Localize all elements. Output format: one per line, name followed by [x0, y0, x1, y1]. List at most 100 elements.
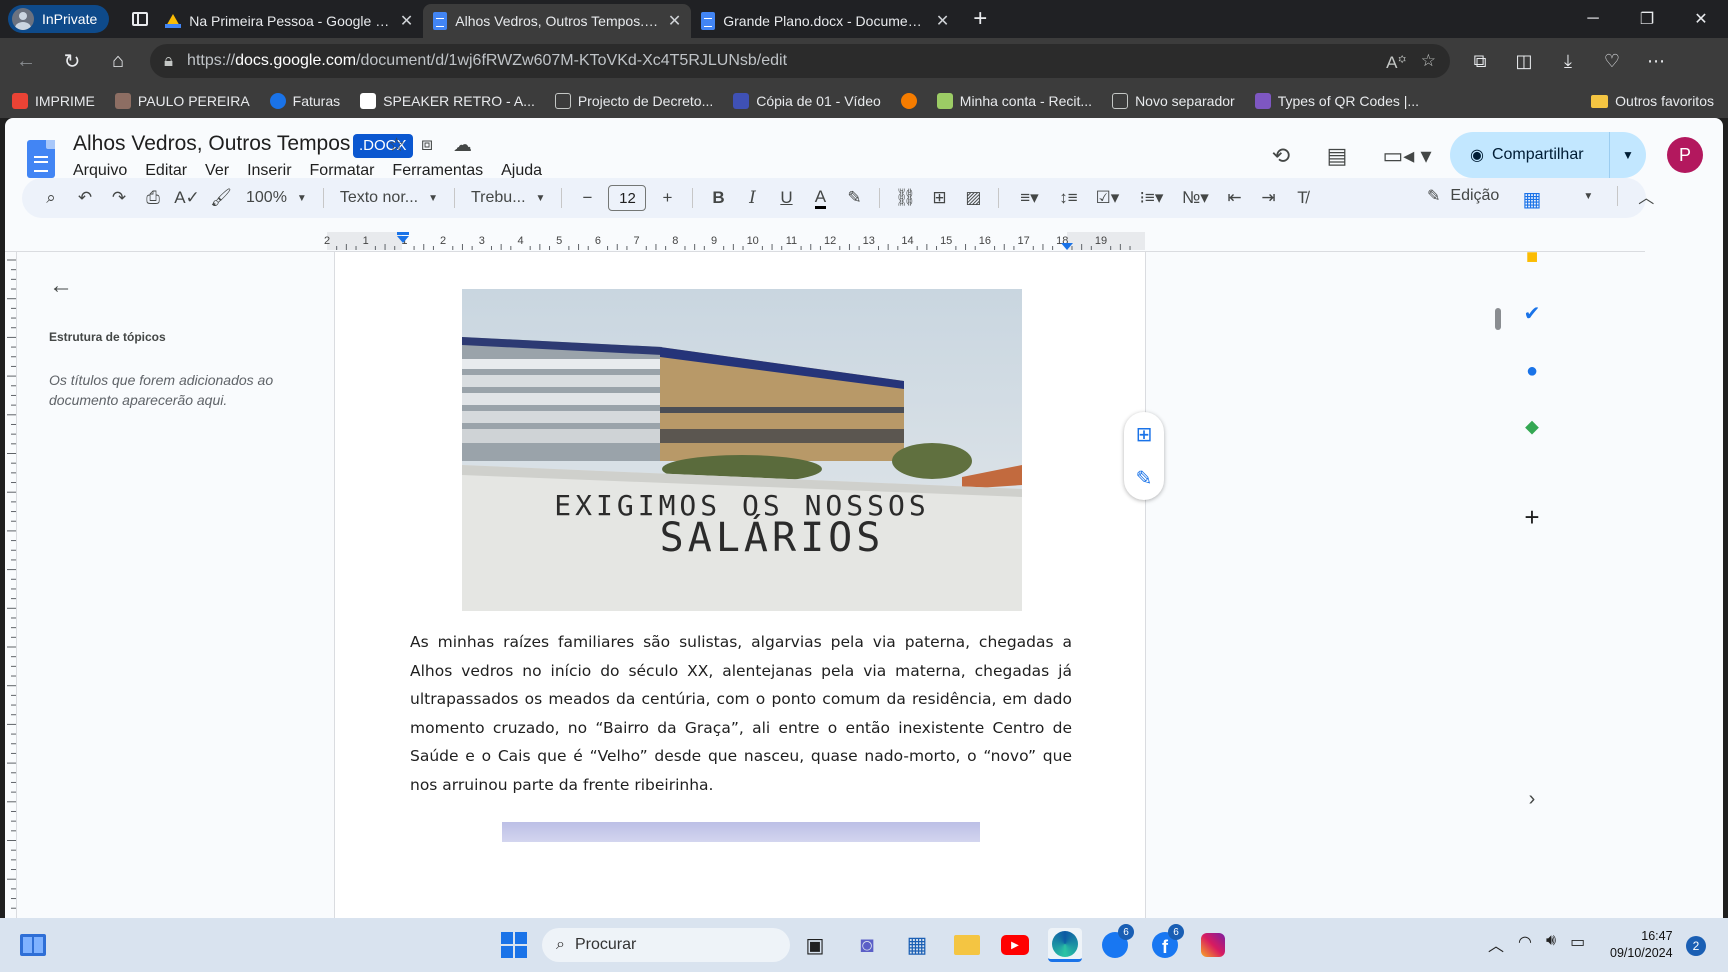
- address-bar[interactable]: 🔒︎ https://docs.google.com/document/d/1w…: [150, 44, 1450, 78]
- collapse-menu-icon[interactable]: ︿: [1638, 184, 1654, 208]
- increase-font-size-icon[interactable]: +: [650, 184, 684, 212]
- bookmark-copia-video[interactable]: Cópia de 01 - Vídeo: [733, 93, 881, 109]
- increase-indent-icon[interactable]: ⇥: [1251, 184, 1285, 212]
- bookmark-paulo-pereira[interactable]: PAULO PEREIRA: [114, 93, 250, 109]
- messenger-icon[interactable]: 6: [1098, 924, 1134, 962]
- align-icon[interactable]: ≡▾: [1007, 184, 1051, 212]
- highlight-icon[interactable]: ✎: [837, 184, 871, 212]
- clock[interactable]: 16:47 09/10/2024: [1610, 928, 1673, 962]
- task-view-icon[interactable]: ▣: [798, 928, 832, 962]
- bold-icon[interactable]: B: [701, 184, 735, 212]
- workspaces-icon[interactable]: [125, 5, 155, 33]
- bookmark-faturas[interactable]: Faturas: [269, 93, 340, 109]
- style-select[interactable]: Texto nor... ▼: [332, 184, 446, 212]
- edge-icon[interactable]: [1048, 928, 1082, 962]
- star-icon[interactable]: ☆: [388, 134, 405, 157]
- zoom-select[interactable]: 100% ▼: [238, 184, 315, 212]
- file-explorer-icon[interactable]: [950, 928, 984, 962]
- settings-menu-icon[interactable]: ⋯: [1634, 43, 1678, 79]
- new-tab-button[interactable]: +: [965, 4, 995, 34]
- share-dropdown-icon[interactable]: ▼: [1610, 148, 1646, 162]
- close-tab-icon[interactable]: ✕: [668, 11, 681, 31]
- other-favorites[interactable]: Outros favoritos: [1591, 84, 1714, 118]
- bookmark-projecto-decreto[interactable]: Projecto de Decreto...: [554, 93, 713, 109]
- cloud-status-icon[interactable]: ☁: [453, 134, 472, 157]
- show-hidden-icons-icon[interactable]: ︿: [1488, 932, 1504, 956]
- store-icon[interactable]: ▦: [900, 928, 934, 962]
- read-aloud-icon[interactable]: A꙳: [1386, 50, 1407, 73]
- restore-button[interactable]: ❐: [1620, 0, 1674, 38]
- version-history-icon[interactable]: ⟲: [1263, 138, 1299, 174]
- url-text[interactable]: https://docs.google.com/document/d/1wj6f…: [187, 52, 1372, 70]
- downloads-icon[interactable]: ⤓: [1546, 43, 1590, 79]
- decrease-indent-icon[interactable]: ⇤: [1217, 184, 1251, 212]
- bookmark-imprime[interactable]: IMPRIME: [12, 93, 95, 109]
- expand-panel-icon[interactable]: ›: [1517, 784, 1547, 814]
- contacts-icon[interactable]: ●: [1517, 356, 1547, 386]
- lock-icon[interactable]: 🔒︎: [164, 51, 173, 71]
- facebook-icon[interactable]: f6: [1148, 924, 1184, 962]
- home-button[interactable]: ⌂: [98, 43, 138, 79]
- inprivate-button[interactable]: InPrivate: [8, 5, 110, 33]
- document-photo[interactable]: EXIGIMOS OS NOSSOS SALÁRIOS: [462, 289, 1022, 611]
- decrease-font-size-icon[interactable]: −: [570, 184, 604, 212]
- close-tab-icon[interactable]: ✕: [936, 11, 949, 31]
- redo-icon[interactable]: ↷: [102, 184, 136, 212]
- horizontal-ruler[interactable]: 2112345678910111213141516171819: [5, 230, 1645, 252]
- paint-format-icon[interactable]: 🖌︎: [204, 184, 238, 212]
- youtube-icon[interactable]: ▶: [998, 928, 1032, 962]
- bookmark-qr-codes[interactable]: Types of QR Codes |...: [1254, 93, 1419, 109]
- suggest-edits-icon[interactable]: ✎: [1136, 466, 1153, 491]
- bookmark-minha-conta[interactable]: Minha conta - Recit...: [936, 93, 1092, 109]
- search-menus-icon[interactable]: ⌕: [34, 184, 68, 212]
- vertical-ruler[interactable]: [5, 252, 17, 918]
- split-screen-icon[interactable]: ◫: [1502, 43, 1546, 79]
- bookmark-speaker-retro[interactable]: SPEAKER RETRO - A...: [360, 93, 535, 109]
- refresh-button[interactable]: ↻: [52, 43, 92, 79]
- tasks-icon[interactable]: ✔: [1517, 298, 1547, 328]
- spellcheck-icon[interactable]: A✓: [170, 184, 204, 212]
- document-photo-2[interactable]: [502, 822, 980, 842]
- tab-alhos-vedros[interactable]: Alhos Vedros, Outros Tempos.docx ✕: [423, 4, 692, 38]
- bookmark-orange[interactable]: [900, 93, 917, 109]
- desktop-widget-icon[interactable]: [16, 928, 50, 962]
- volume-icon[interactable]: 🔊︎: [1546, 932, 1556, 956]
- text-color-icon[interactable]: A: [803, 184, 837, 212]
- scrollbar-thumb[interactable]: [1495, 308, 1501, 330]
- insert-image-icon[interactable]: ▨: [956, 184, 990, 212]
- clear-formatting-icon[interactable]: T̸: [1285, 184, 1319, 212]
- back-button[interactable]: ←: [6, 43, 46, 79]
- teams-icon[interactable]: ◙: [850, 928, 884, 962]
- add-app-icon[interactable]: +: [1517, 502, 1547, 532]
- undo-icon[interactable]: ↶: [68, 184, 102, 212]
- move-folder-icon[interactable]: ⧈: [421, 134, 433, 156]
- font-select[interactable]: Trebu... ▼: [463, 184, 553, 212]
- bookmark-novo-separador[interactable]: Novo separador: [1112, 93, 1235, 109]
- checklist-icon[interactable]: ☑▾: [1085, 184, 1129, 212]
- insert-link-icon[interactable]: ⛓: [888, 184, 922, 212]
- browser-essentials-icon[interactable]: ♡: [1590, 43, 1634, 79]
- numbered-list-icon[interactable]: №▾: [1173, 184, 1217, 212]
- wifi-icon[interactable]: ◠: [1518, 932, 1532, 956]
- minimize-button[interactable]: ─: [1566, 0, 1620, 38]
- close-outline-icon[interactable]: ←: [49, 272, 73, 300]
- font-size-input[interactable]: 12: [608, 185, 647, 211]
- line-spacing-icon[interactable]: ↕≡: [1051, 184, 1085, 212]
- italic-icon[interactable]: I: [735, 184, 769, 212]
- notification-count[interactable]: 2: [1686, 936, 1706, 956]
- meet-icon[interactable]: ▭◂ ▾: [1377, 138, 1437, 174]
- battery-icon[interactable]: ▭: [1570, 932, 1585, 956]
- extensions-icon[interactable]: ⧉: [1458, 43, 1502, 79]
- underline-icon[interactable]: U: [769, 184, 803, 212]
- document-page[interactable]: EXIGIMOS OS NOSSOS SALÁRIOS As minhas ra…: [334, 252, 1146, 918]
- comments-icon[interactable]: ▤: [1319, 138, 1355, 174]
- share-button[interactable]: ◉ Compartilhar ▼: [1450, 132, 1646, 178]
- add-comment-icon[interactable]: ⊞: [922, 184, 956, 212]
- body-paragraph[interactable]: As minhas raízes familiares são sulistas…: [410, 628, 1072, 800]
- instagram-icon[interactable]: [1196, 928, 1230, 962]
- tab-grande-plano[interactable]: Grande Plano.docx - Documentos ✕: [691, 4, 959, 38]
- account-avatar[interactable]: P: [1667, 137, 1703, 173]
- close-tab-icon[interactable]: ✕: [400, 11, 413, 31]
- maps-icon[interactable]: ⬥: [1517, 412, 1547, 442]
- start-button[interactable]: [497, 928, 531, 962]
